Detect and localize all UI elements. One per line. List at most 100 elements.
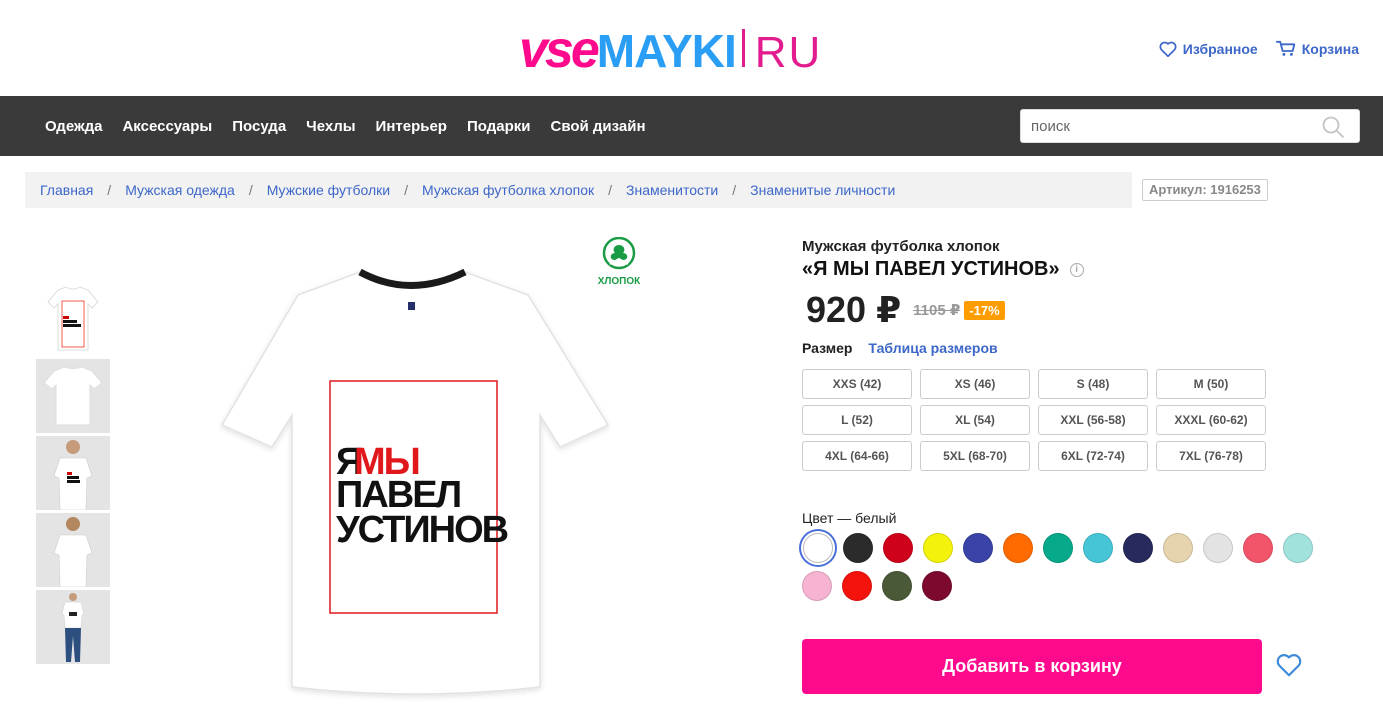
color-swatch[interactable] bbox=[1083, 533, 1113, 563]
breadcrumb-separator: / bbox=[732, 182, 737, 198]
color-swatch[interactable] bbox=[1203, 533, 1233, 563]
tshirt-image: Я МЫ ПАВЕЛ УСТИНОВ bbox=[220, 268, 610, 695]
color-swatch[interactable] bbox=[802, 571, 832, 601]
logo-separator bbox=[741, 29, 745, 67]
favorites-label: Избранное bbox=[1182, 40, 1258, 57]
thumbnail-list bbox=[36, 282, 110, 667]
breadcrumb-item[interactable]: Знаменитые личности bbox=[750, 182, 895, 198]
heart-icon bbox=[1159, 41, 1177, 57]
thumbnail-model-full[interactable] bbox=[36, 590, 110, 664]
color-swatch[interactable] bbox=[1243, 533, 1273, 563]
nav-item-custom-design[interactable]: Свой дизайн bbox=[550, 118, 645, 135]
logo-vse: vse bbox=[519, 21, 600, 79]
tshirt-thumb-image bbox=[47, 286, 99, 351]
product-title: «Я МЫ ПАВЕЛ УСТИНОВ» bbox=[802, 258, 1060, 280]
color-swatch[interactable] bbox=[923, 533, 953, 563]
nav-item-interior[interactable]: Интерьер bbox=[376, 118, 447, 135]
breadcrumb-item[interactable]: Мужская одежда bbox=[125, 182, 235, 198]
color-swatch[interactable] bbox=[1123, 533, 1153, 563]
size-option[interactable]: 7XL (76-78) bbox=[1156, 441, 1266, 471]
size-options: XXS (42) XS (46) S (48) M (50) L (52) XL… bbox=[802, 369, 1272, 471]
nav-item-accessories[interactable]: Аксессуары bbox=[122, 118, 212, 135]
color-swatch[interactable] bbox=[1043, 533, 1073, 563]
tshirt-back-image bbox=[43, 366, 103, 426]
color-swatch[interactable] bbox=[922, 571, 952, 601]
cart-label: Корзина bbox=[1301, 40, 1359, 57]
breadcrumb-separator: / bbox=[608, 182, 613, 198]
thumbnail-model-back[interactable] bbox=[36, 513, 110, 587]
breadcrumb-separator: / bbox=[107, 182, 112, 198]
cotton-badge: ХЛОПОК bbox=[594, 236, 644, 287]
nav-item-dishes[interactable]: Посуда bbox=[232, 118, 286, 135]
cotton-icon bbox=[602, 236, 636, 270]
color-options bbox=[802, 533, 1342, 601]
product-subtitle: Мужская футболка хлопок bbox=[802, 238, 1000, 255]
price-row: 920 ₽ 1105 ₽ -17% bbox=[806, 289, 1084, 331]
cart-link[interactable]: Корзина bbox=[1275, 40, 1359, 57]
size-option[interactable]: XXL (56-58) bbox=[1038, 405, 1148, 435]
search-input[interactable] bbox=[1021, 110, 1311, 142]
size-option[interactable]: M (50) bbox=[1156, 369, 1266, 399]
color-swatch[interactable] bbox=[843, 533, 873, 563]
size-table-link[interactable]: Таблица размеров bbox=[868, 340, 997, 356]
cotton-label: ХЛОПОК bbox=[597, 276, 641, 287]
thumbnail-front-print[interactable] bbox=[36, 282, 110, 356]
product-main-image[interactable]: Я МЫ ПАВЕЛ УСТИНОВ bbox=[210, 255, 620, 705]
site-logo[interactable]: vse MAYKI RU bbox=[519, 21, 823, 79]
heart-icon bbox=[1276, 654, 1302, 677]
discount-badge: -17% bbox=[964, 300, 1005, 320]
breadcrumb-item[interactable]: Мужская футболка хлопок bbox=[422, 182, 594, 198]
breadcrumb-separator: / bbox=[404, 182, 408, 198]
nav-item-cases[interactable]: Чехлы bbox=[306, 118, 355, 135]
product-title-row: «Я МЫ ПАВЕЛ УСТИНОВ» i bbox=[802, 258, 1084, 281]
current-price: 920 ₽ bbox=[806, 289, 902, 330]
logo-mayki: MAYKI bbox=[596, 25, 737, 77]
color-swatch[interactable] bbox=[1283, 533, 1313, 563]
color-label: Цвет — белый bbox=[802, 510, 897, 526]
size-option[interactable]: 6XL (72-74) bbox=[1038, 441, 1148, 471]
cart-icon bbox=[1275, 40, 1295, 56]
color-swatch[interactable] bbox=[1163, 533, 1193, 563]
color-swatch[interactable] bbox=[1003, 533, 1033, 563]
header-links: Избранное Корзина bbox=[1159, 40, 1359, 57]
breadcrumb-item[interactable]: Знаменитости bbox=[626, 182, 718, 198]
size-option[interactable]: L (52) bbox=[802, 405, 912, 435]
model-back-image bbox=[53, 517, 93, 587]
size-option[interactable]: 4XL (64-66) bbox=[802, 441, 912, 471]
article-number: Артикул: 1916253 bbox=[1142, 179, 1268, 201]
thumbnail-model-front[interactable] bbox=[36, 436, 110, 510]
site-header: vse MAYKI RU Избранное Корзина bbox=[0, 0, 1383, 96]
nav-item-gifts[interactable]: Подарки bbox=[467, 118, 531, 135]
model-full-image bbox=[61, 593, 85, 662]
old-price: 1105 ₽ bbox=[913, 302, 961, 319]
nav-items: Одежда Аксессуары Посуда Чехлы Интерьер … bbox=[45, 96, 646, 156]
size-option[interactable]: XXXL (60-62) bbox=[1156, 405, 1266, 435]
main-nav: Одежда Аксессуары Посуда Чехлы Интерьер … bbox=[0, 96, 1383, 156]
size-option[interactable]: 5XL (68-70) bbox=[920, 441, 1030, 471]
logo-ru: RU bbox=[754, 28, 823, 77]
breadcrumb-separator: / bbox=[248, 182, 253, 198]
nav-item-clothing[interactable]: Одежда bbox=[45, 118, 102, 135]
size-option[interactable]: XL (54) bbox=[920, 405, 1030, 435]
favorites-link[interactable]: Избранное bbox=[1159, 40, 1258, 57]
size-label: Размер bbox=[802, 340, 853, 356]
add-to-cart-button[interactable]: Добавить в корзину bbox=[802, 639, 1262, 694]
color-swatch[interactable] bbox=[963, 533, 993, 563]
breadcrumb-item[interactable]: Мужские футболки bbox=[267, 182, 390, 198]
search-icon[interactable] bbox=[1321, 115, 1345, 139]
breadcrumb-item[interactable]: Главная bbox=[40, 182, 93, 198]
search-box bbox=[1020, 109, 1360, 143]
add-to-favorites-button[interactable] bbox=[1276, 653, 1302, 682]
print-text-ustinov: УСТИНОВ bbox=[336, 509, 508, 551]
size-option[interactable]: XS (46) bbox=[920, 369, 1030, 399]
color-swatch[interactable] bbox=[842, 571, 872, 601]
model-front-image bbox=[53, 440, 93, 510]
info-icon[interactable]: i bbox=[1069, 262, 1084, 277]
thumbnail-back[interactable] bbox=[36, 359, 110, 433]
color-swatch[interactable] bbox=[882, 571, 912, 601]
color-swatch[interactable] bbox=[883, 533, 913, 563]
product-info: Мужская футболка хлопок «Я МЫ ПАВЕЛ УСТИ… bbox=[802, 238, 1084, 331]
color-swatch[interactable] bbox=[803, 533, 833, 563]
size-option[interactable]: S (48) bbox=[1038, 369, 1148, 399]
size-option[interactable]: XXS (42) bbox=[802, 369, 912, 399]
